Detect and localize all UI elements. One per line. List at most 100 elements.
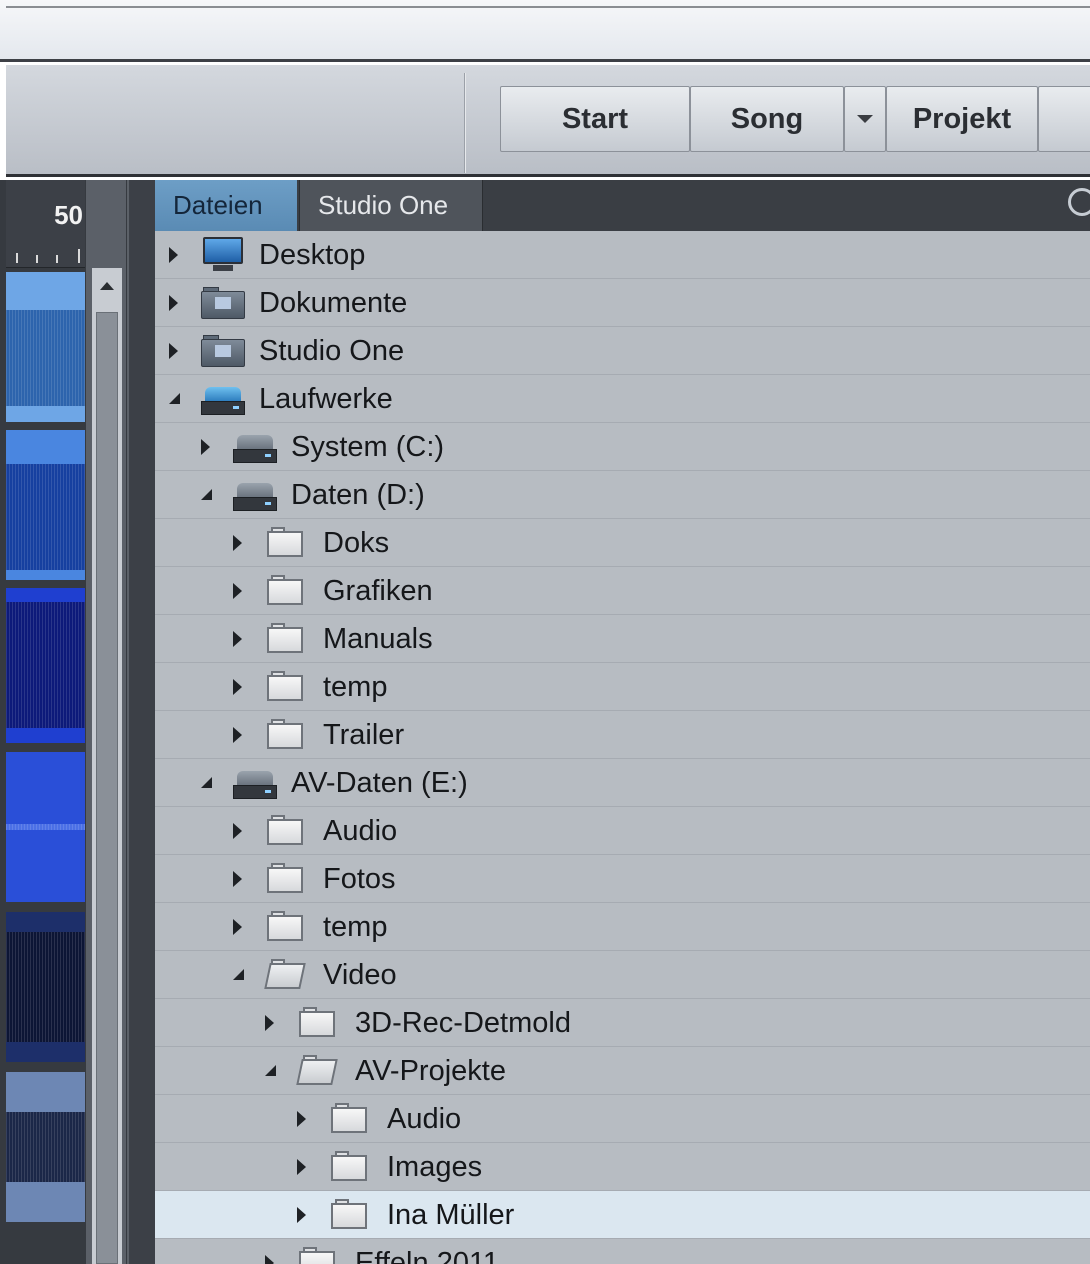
audio-event[interactable] <box>6 912 85 1062</box>
scrollbar-thumb[interactable] <box>96 312 118 1264</box>
song-dropdown-button[interactable] <box>844 86 886 152</box>
expanded-arrow-icon[interactable] <box>169 393 180 404</box>
toolbar-extra-button[interactable] <box>1038 86 1090 152</box>
tree-item[interactable]: temp <box>155 663 1090 711</box>
search-icon[interactable] <box>1068 188 1090 216</box>
library-folder-icon <box>201 285 245 321</box>
folder-icon <box>265 525 309 561</box>
ruler-tick <box>36 255 38 263</box>
ruler-bar-number: 50 <box>54 200 83 230</box>
collapsed-arrow-icon[interactable] <box>169 247 178 263</box>
toolbar-separator <box>464 73 466 173</box>
tree-item[interactable]: Effeln 2011 <box>155 1239 1090 1264</box>
tree-item-label: Fotos <box>323 863 396 895</box>
tree-item-label: Dokumente <box>259 287 408 319</box>
collapsed-arrow-icon[interactable] <box>233 823 242 839</box>
drive-icon <box>233 477 277 513</box>
collapsed-arrow-icon[interactable] <box>233 583 242 599</box>
tree-item[interactable]: Studio One <box>155 327 1090 375</box>
tree-item-label: Ina Müller <box>387 1199 515 1231</box>
expanded-arrow-icon[interactable] <box>201 777 212 788</box>
tree-item[interactable]: Audio <box>155 807 1090 855</box>
monitor-icon <box>201 237 245 273</box>
tree-item-label: Grafiken <box>323 575 433 607</box>
collapsed-arrow-icon[interactable] <box>233 871 242 887</box>
tree-item[interactable]: Laufwerke <box>155 375 1090 423</box>
tab-dateien[interactable]: Dateien <box>155 180 297 231</box>
drive-icon <box>233 765 277 801</box>
audio-event[interactable] <box>6 588 85 743</box>
waveform <box>6 310 85 406</box>
ruler-tick <box>16 253 18 263</box>
tree-item-label: Trailer <box>323 719 405 751</box>
tab-studio-one[interactable]: Studio One <box>299 180 483 231</box>
projekt-button[interactable]: Projekt <box>886 86 1038 152</box>
collapsed-arrow-icon[interactable] <box>201 439 210 455</box>
folder-icon <box>265 909 309 945</box>
library-folder-icon <box>201 333 245 369</box>
tree-item[interactable]: AV-Projekte <box>155 1047 1090 1095</box>
folder-icon <box>297 1245 341 1264</box>
audio-event[interactable] <box>6 752 85 902</box>
ruler-tick <box>78 249 80 263</box>
folder-icon <box>329 1101 373 1137</box>
tree-item[interactable]: Images <box>155 1143 1090 1191</box>
folder-icon <box>329 1197 373 1233</box>
collapsed-arrow-icon[interactable] <box>297 1207 306 1223</box>
expanded-arrow-icon[interactable] <box>233 969 244 980</box>
panel-divider[interactable] <box>127 180 155 1264</box>
collapsed-arrow-icon[interactable] <box>233 679 242 695</box>
tree-item-label: Video <box>323 959 397 991</box>
start-button[interactable]: Start <box>500 86 690 152</box>
expanded-arrow-icon[interactable] <box>201 489 212 500</box>
waveform <box>6 1112 85 1182</box>
folder-icon <box>265 861 309 897</box>
song-button[interactable]: Song <box>690 86 844 152</box>
audio-event[interactable] <box>6 430 85 580</box>
collapsed-arrow-icon[interactable] <box>233 727 242 743</box>
ruler-tick <box>56 255 58 263</box>
tree-item[interactable]: Fotos <box>155 855 1090 903</box>
collapsed-arrow-icon[interactable] <box>233 919 242 935</box>
collapsed-arrow-icon[interactable] <box>233 535 242 551</box>
tree-item[interactable]: Desktop <box>155 231 1090 279</box>
scroll-up-arrow-icon[interactable] <box>100 282 114 290</box>
collapsed-arrow-icon[interactable] <box>297 1111 306 1127</box>
collapsed-arrow-icon[interactable] <box>169 295 178 311</box>
collapsed-arrow-icon[interactable] <box>265 1015 274 1031</box>
collapsed-arrow-icon[interactable] <box>265 1255 274 1264</box>
collapsed-arrow-icon[interactable] <box>169 343 178 359</box>
collapsed-arrow-icon[interactable] <box>297 1159 306 1175</box>
tree-item[interactable]: Trailer <box>155 711 1090 759</box>
tree-item[interactable]: 3D-Rec-Detmold <box>155 999 1090 1047</box>
tree-item[interactable]: Dokumente <box>155 279 1090 327</box>
tree-item[interactable]: Daten (D:) <box>155 471 1090 519</box>
chevron-down-icon <box>857 115 873 123</box>
tree-item-label: Daten (D:) <box>291 479 425 511</box>
tree-item-label: temp <box>323 911 388 943</box>
audio-event[interactable] <box>6 1072 85 1222</box>
tree-item[interactable]: Audio <box>155 1095 1090 1143</box>
tree-item[interactable]: Manuals <box>155 615 1090 663</box>
tree-item[interactable]: Grafiken <box>155 567 1090 615</box>
expanded-arrow-icon[interactable] <box>265 1065 276 1076</box>
tree-item-label: Images <box>387 1151 483 1183</box>
folder-open-icon <box>296 1053 341 1089</box>
tree-item[interactable]: AV-Daten (E:) <box>155 759 1090 807</box>
folder-icon <box>265 717 309 753</box>
folder-icon <box>329 1149 373 1185</box>
tree-item[interactable]: System (C:) <box>155 423 1090 471</box>
timeline-ruler[interactable]: 50 <box>6 180 85 268</box>
tree-item-label: Manuals <box>323 623 433 655</box>
tree-item[interactable]: temp <box>155 903 1090 951</box>
tree-item-label: Studio One <box>259 335 405 367</box>
tree-item[interactable]: Video <box>155 951 1090 999</box>
collapsed-arrow-icon[interactable] <box>233 631 242 647</box>
audio-event[interactable] <box>6 272 85 422</box>
waveform <box>6 602 85 728</box>
file-tree: Desktop Dokumente Studio One Laufwerke Syste… <box>155 231 1090 1264</box>
arrange-view: 50 <box>0 180 155 1264</box>
tree-item-label: Audio <box>387 1103 462 1135</box>
tree-item[interactable]: Ina Müller <box>155 1191 1090 1239</box>
tree-item[interactable]: Doks <box>155 519 1090 567</box>
